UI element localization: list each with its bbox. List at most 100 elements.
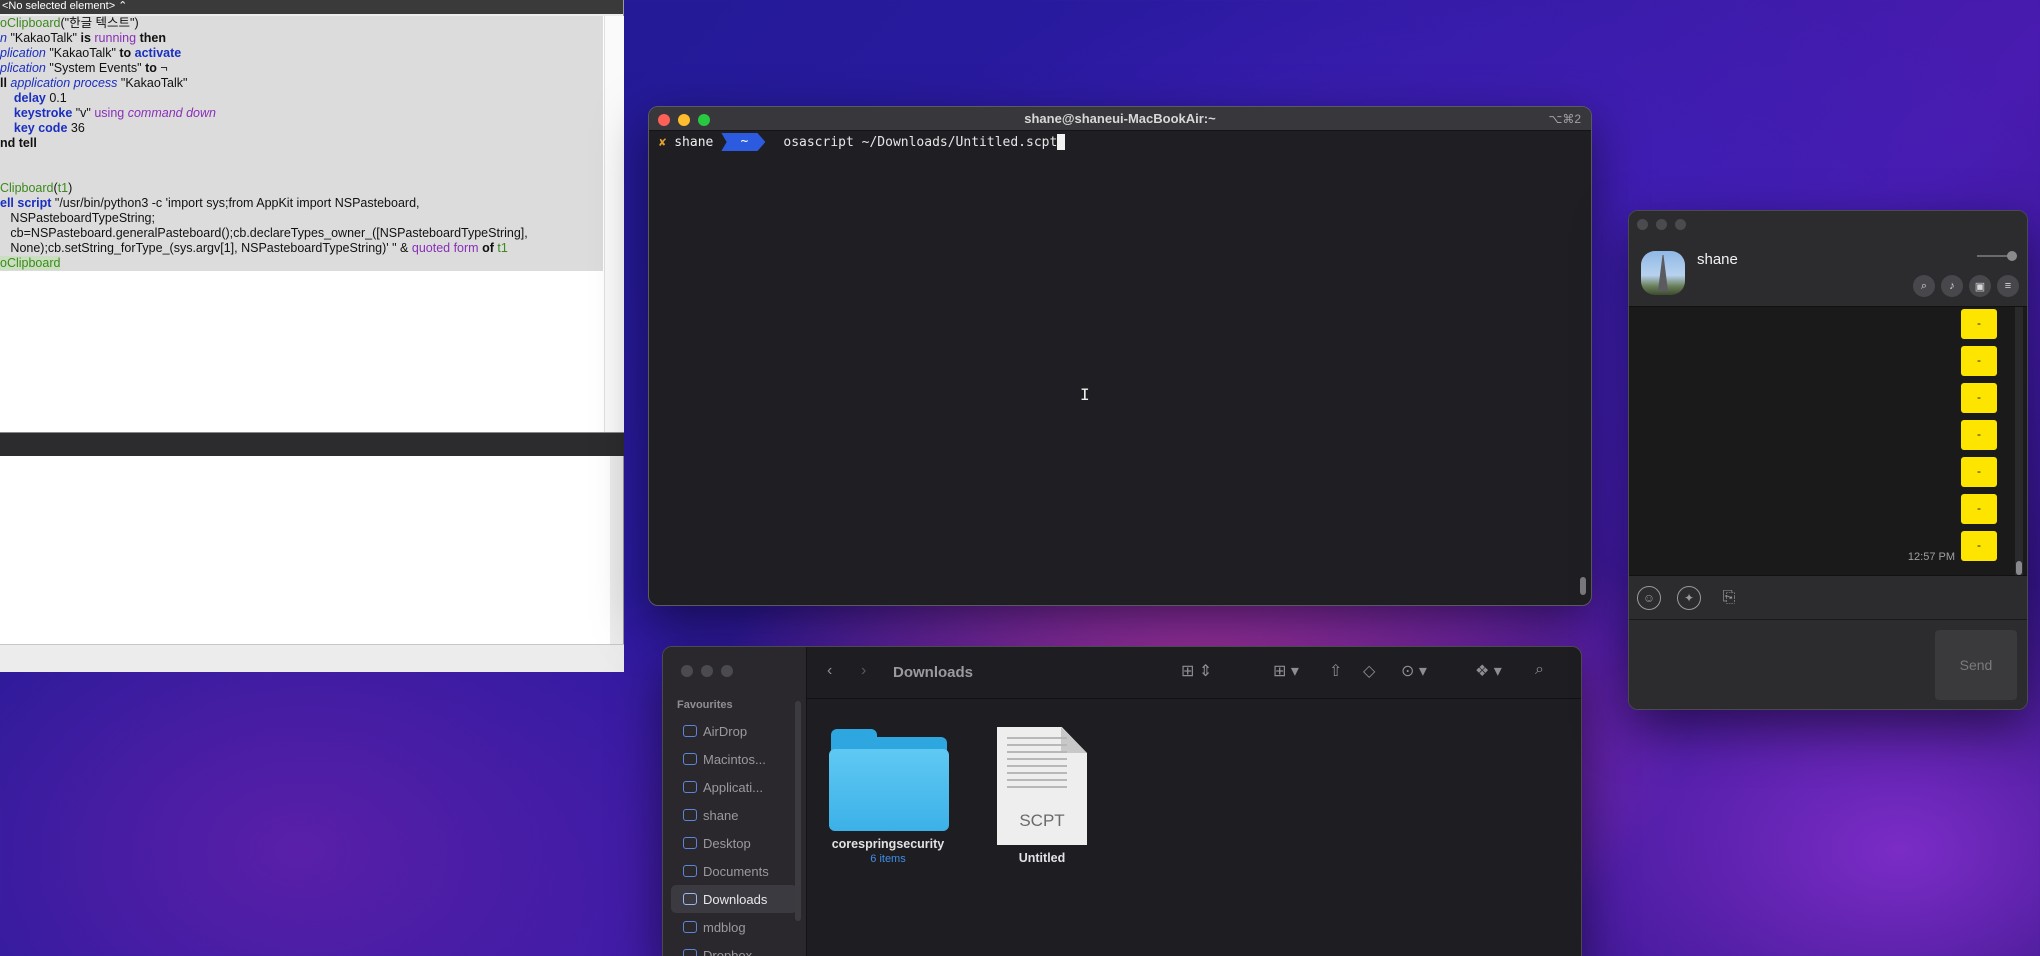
attachment-icon[interactable]: ⎘ [1717, 586, 1741, 610]
message-bubble[interactable]: - [1961, 494, 1997, 524]
close-button[interactable] [1637, 219, 1648, 230]
code-token: application process [10, 76, 121, 90]
sidebar-item[interactable]: Desktop [671, 829, 797, 857]
terminal-command: osascript ~/Downloads/Untitled.scpt [783, 134, 1058, 150]
minimize-button[interactable] [701, 665, 713, 677]
back-chevron-icon[interactable]: ‹ [827, 662, 832, 680]
code-line[interactable]: None);cb.setString_forType_(sys.argv[1],… [0, 241, 603, 256]
chat-scrollbar[interactable] [2015, 307, 2023, 575]
sidebar-item[interactable]: Documents [671, 857, 797, 885]
sidebar-item[interactable]: Macintos... [671, 745, 797, 773]
script-editor-window: <No selected element> ⌃ oClipboard("한글 텍… [0, 0, 624, 672]
icon-view-icon[interactable]: ⊞ ⇕ [1181, 661, 1212, 681]
code-token: to [119, 46, 135, 60]
zoom-button[interactable] [698, 114, 710, 126]
forward-chevron-icon[interactable]: › [861, 662, 866, 680]
more-actions-icon[interactable]: ⊙ ▾ [1401, 661, 1427, 681]
avatar[interactable] [1641, 251, 1685, 295]
minimize-button[interactable] [1656, 219, 1667, 230]
sidebar-item-label: AirDrop [703, 723, 748, 739]
tag-icon[interactable]: ◇ [1363, 661, 1375, 681]
sidebar-item[interactable]: mdblog [671, 913, 797, 941]
opacity-slider[interactable] [1977, 251, 2017, 261]
folder-icon [683, 725, 697, 737]
search-icon[interactable]: ⌕ [1535, 661, 1544, 679]
message-bubble[interactable]: - [1961, 309, 1997, 339]
folder-icon [683, 809, 697, 821]
code-token: "KakaoTalk" [49, 46, 120, 60]
dropbox-icon[interactable]: ❖ ▾ [1475, 661, 1502, 681]
code-token: "/usr/bin/python3 -c 'import sys;from Ap… [54, 196, 420, 210]
code-token: then [139, 31, 166, 45]
close-button[interactable] [681, 665, 693, 677]
code-token: "KakaoTalk" [10, 31, 81, 45]
code-line[interactable]: Clipboard(t1) [0, 181, 603, 196]
code-line[interactable]: n "KakaoTalk" is running then [0, 31, 603, 46]
search-icon[interactable]: ⌕ [1913, 275, 1935, 297]
code-line[interactable]: oClipboard("한글 텍스트") [0, 16, 603, 31]
message-bubble[interactable]: - [1961, 531, 1997, 561]
result-pane [0, 456, 610, 644]
code-line[interactable]: plication "System Events" to ¬ [0, 61, 603, 76]
close-button[interactable] [658, 114, 670, 126]
share-icon[interactable]: ⇧ [1329, 661, 1342, 681]
code-line[interactable]: NSPasteboardTypeString; [0, 211, 603, 226]
code-line[interactable]: keystroke "v" using command down [0, 106, 603, 121]
zoom-button[interactable] [1675, 219, 1686, 230]
bottom-bar [0, 644, 624, 672]
menu-icon[interactable]: ≡ [1997, 275, 2019, 297]
code-token: ll [0, 76, 11, 90]
selected-element-label[interactable]: <No selected element> ⌃ [2, 0, 127, 12]
scrollbar-thumb[interactable] [2016, 561, 2022, 575]
sidebar-item[interactable]: Applicati... [671, 773, 797, 801]
file-item[interactable]: SCPT Untitled [977, 727, 1107, 865]
terminal-titlebar[interactable]: shane@shaneui-MacBookAir:~ ⌥⌘2 [649, 107, 1591, 131]
sidebar-item[interactable]: Dropbox [671, 941, 797, 956]
code-line[interactable]: plication "KakaoTalk" to activate [0, 46, 603, 61]
navigation-bar[interactable]: <No selected element> ⌃ [0, 0, 623, 14]
code-line[interactable] [0, 166, 603, 181]
code-line[interactable]: oClipboard [0, 256, 603, 271]
send-button[interactable]: Send [1935, 630, 2017, 700]
code-line[interactable]: ell script "/usr/bin/python3 -c 'import … [0, 196, 603, 211]
message-input[interactable]: Send [1629, 619, 2027, 709]
code-line[interactable]: nd tell [0, 136, 603, 151]
sidebar-scrollbar[interactable] [795, 701, 801, 921]
code-token: nd tell [0, 136, 37, 150]
message-time: 12:57 PM [1907, 551, 1955, 563]
code-scrollbar[interactable] [604, 16, 624, 432]
terminal-scrollbar[interactable] [1580, 137, 1588, 597]
chat-header: shane ⌕ ♪ ▣ ≡ [1629, 211, 2027, 307]
sidebar-item[interactable]: shane [671, 801, 797, 829]
message-bubble[interactable]: - [1961, 383, 1997, 413]
message-bubble[interactable]: - [1961, 420, 1997, 450]
code-line[interactable]: cb=NSPasteboard.generalPasteboard();cb.d… [0, 226, 603, 241]
code-editor[interactable]: oClipboard("한글 텍스트") n "KakaoTalk" is run… [0, 16, 604, 432]
folder-item[interactable]: corespringsecurity 6 items [823, 729, 953, 865]
terminal-prompt-line[interactable]: ✘ shane ~ osascript ~/Downloads/Untitled… [649, 131, 1591, 153]
zoom-button[interactable] [721, 665, 733, 677]
sticker-icon[interactable]: ✦ [1677, 585, 1701, 610]
sidebar-item-label: Documents [703, 863, 769, 879]
message-bubble[interactable]: - [1961, 457, 1997, 487]
group-view-icon[interactable]: ⊞ ▾ [1273, 661, 1299, 681]
scrollbar-thumb[interactable] [1580, 577, 1586, 595]
code-line[interactable]: ll application process "KakaoTalk" [0, 76, 603, 91]
bell-icon[interactable]: ♪ [1941, 275, 1963, 297]
code-line[interactable]: delay 0.1 [0, 91, 603, 106]
finder-title: Downloads [893, 664, 974, 681]
minimize-button[interactable] [678, 114, 690, 126]
sidebar-item[interactable]: AirDrop [671, 717, 797, 745]
window-controls [658, 114, 710, 126]
sidebar-item-label: Downloads [703, 891, 768, 907]
sidebar-item[interactable]: Downloads [671, 885, 797, 913]
code-line[interactable] [0, 151, 603, 166]
code-line[interactable]: key code 36 [0, 121, 603, 136]
emoticon-icon[interactable]: ☺ [1637, 585, 1661, 610]
prompt-user: shane [674, 134, 714, 150]
drawer-icon[interactable]: ▣ [1969, 275, 1991, 297]
message-bubble[interactable]: - [1961, 346, 1997, 376]
code-token: "v" [75, 106, 95, 120]
result-pane-divider[interactable] [0, 432, 624, 456]
code-token: ¬ [160, 61, 168, 75]
